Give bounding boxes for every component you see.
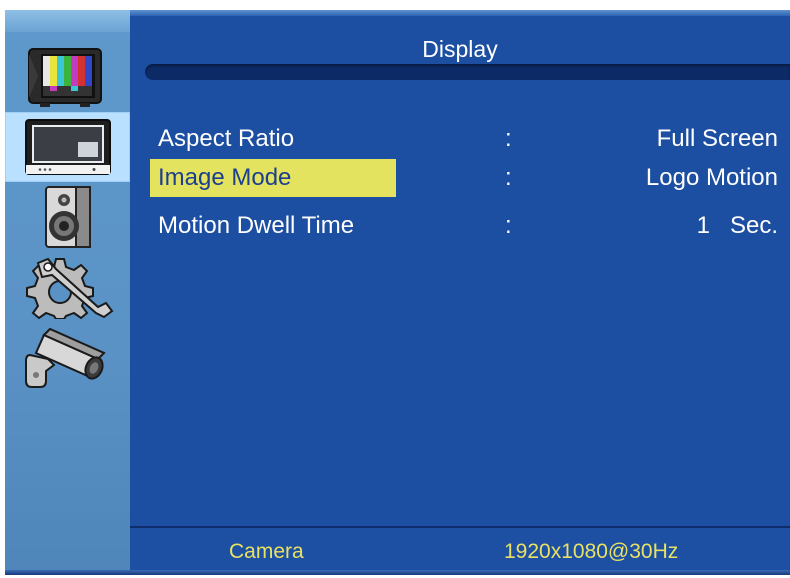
row-value: 1 Sec. <box>697 207 778 245</box>
monitor-icon <box>24 119 111 175</box>
sidebar-item-setup[interactable] <box>5 252 130 322</box>
sidebar-item-camera[interactable] <box>5 322 130 392</box>
menu-row-aspect-ratio[interactable]: Aspect Ratio : Full Screen <box>130 120 790 158</box>
row-label: Aspect Ratio <box>158 125 295 152</box>
row-value-unit: Sec. <box>729 212 778 239</box>
bottom-bar <box>5 570 790 575</box>
sidebar-item-picture[interactable] <box>5 42 130 112</box>
speaker-icon <box>44 186 91 248</box>
row-value: Logo Motion <box>645 164 778 191</box>
row-value-number: 1 <box>696 212 710 239</box>
sidebar-top-bar <box>5 10 130 32</box>
sidebar-item-audio[interactable] <box>5 182 130 252</box>
tools-gear-icon <box>25 257 113 319</box>
menu-row-image-mode[interactable]: Image Mode : Logo Motion <box>130 159 790 197</box>
sidebar-item-display[interactable] <box>5 112 130 182</box>
security-camera-icon <box>24 327 106 388</box>
osd-menu: Display Aspect Ratio : Full Screen Image… <box>5 10 790 575</box>
sidebar <box>5 10 130 575</box>
row-label: Image Mode <box>150 159 396 197</box>
row-separator: : <box>505 212 512 239</box>
color-bars-tv-icon <box>27 48 102 107</box>
row-value: Full Screen <box>656 125 778 152</box>
status-footer: Camera 1920x1080@30Hz <box>130 528 790 575</box>
menu-title: Display <box>422 36 498 62</box>
input-source: Camera <box>229 540 304 563</box>
row-separator: : <box>505 125 512 152</box>
row-separator: : <box>505 164 512 191</box>
title-underline <box>145 64 790 80</box>
row-label: Motion Dwell Time <box>158 212 355 239</box>
menu-row-motion-dwell-time[interactable]: Motion Dwell Time : 1 Sec. <box>130 207 790 245</box>
input-resolution: 1920x1080@30Hz <box>504 540 679 563</box>
main-top-bar <box>130 10 790 16</box>
